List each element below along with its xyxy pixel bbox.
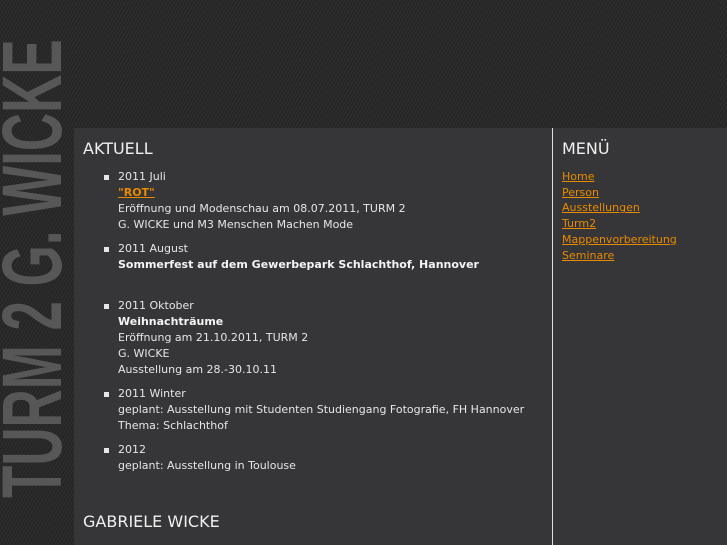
list-item: 2011 Juli "ROT" Eröffnung und Modenschau… [104,169,524,233]
menu-item-mappenvorbereitung[interactable]: Mappenvorbereitung [562,232,677,248]
item-line: Eröffnung am 21.10.2011, TURM 2 [118,331,309,344]
item-line: G. WICKE [118,347,170,360]
item-date: 2012 [118,443,146,456]
menu-item-turm2[interactable]: Turm2 [562,216,677,232]
list-item: 2011 Winter geplant: Ausstellung mit Stu… [104,386,524,434]
site-logo: TURM 2 G. WICKE [0,0,74,545]
menu-item-ausstellungen[interactable]: Ausstellungen [562,200,677,216]
item-date: 2011 August [118,242,188,255]
list-item: 2011 Oktober Weihnachträume Eröffnung am… [104,298,524,378]
item-date: 2011 Oktober [118,299,194,312]
menu-item-home[interactable]: Home [562,169,677,185]
item-date: 2011 Winter [118,387,186,400]
item-date: 2011 Juli [118,170,166,183]
logo-text: TURM 2 G. WICKE [0,39,74,498]
news-list: 2011 Juli "ROT" Eröffnung und Modenschau… [104,169,524,482]
menu-item-person[interactable]: Person [562,185,677,201]
main-content: AKTUELL 2011 Juli "ROT" Eröffnung und Mo… [74,128,552,545]
item-line: geplant: Ausstellung mit Studenten Studi… [118,403,525,416]
item-line: Ausstellung am 28.-30.10.11 [118,363,277,376]
list-item: 2012 geplant: Ausstellung in Toulouse [104,442,524,474]
item-line: geplant: Ausstellung in Toulouse [118,459,296,472]
item-title-link[interactable]: "ROT" [118,186,155,199]
menu-item-seminare[interactable]: Seminare [562,248,677,264]
item-title: Weihnachträume [118,315,224,328]
list-item: 2011 August Sommerfest auf dem Gewerbepa… [104,241,524,273]
item-line: G. WICKE und M3 Menschen Machen Mode [118,218,354,231]
section-heading-aktuell: AKTUELL [83,139,153,158]
menu-nav: Home Person Ausstellungen Turm2 Mappenvo… [562,169,677,263]
item-line: Thema: Schlachthof [118,419,228,432]
sidebar-menu: MENÜ Home Person Ausstellungen Turm2 Map… [553,128,727,545]
item-line: Eröffnung und Modenschau am 08.07.2011, … [118,202,406,215]
section-heading-gabriele-wicke: GABRIELE WICKE [83,512,220,531]
menu-heading: MENÜ [562,139,610,158]
item-title: Sommerfest auf dem Gewerbepark Schlachth… [118,258,479,271]
